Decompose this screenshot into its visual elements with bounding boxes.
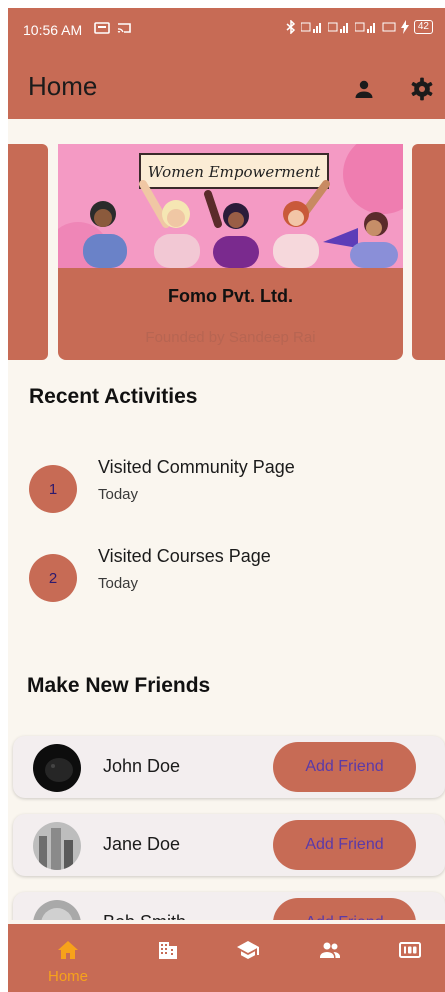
activity-title: Visited Courses Page — [98, 546, 271, 566]
activity-time: Today — [98, 575, 139, 592]
business-icon — [159, 942, 177, 959]
signal-icon — [300, 22, 321, 33]
friend-name: Jane Doe — [103, 834, 181, 854]
home-icon — [58, 941, 78, 959]
page-title: Home — [28, 71, 98, 101]
add-friend-button[interactable]: Add Friend — [273, 820, 416, 870]
app-screen: 10:56 AM 42 Home Women Empowerment Fomo … — [8, 8, 445, 992]
company-name: Fomo Pvt. Ltd. — [168, 286, 293, 306]
signal-icon — [327, 22, 348, 33]
friend-name: Bob Smith — [103, 912, 186, 920]
charging-icon — [400, 20, 409, 34]
add-friend-button[interactable]: Add Friend — [273, 898, 416, 920]
recent-activities-heading: Recent Activities — [29, 385, 198, 408]
add-friend-button[interactable]: Add Friend — [273, 742, 416, 792]
carousel-card-previous[interactable] — [8, 144, 48, 360]
friend-row: John Doe Add Friend — [13, 736, 445, 798]
nav-item-home[interactable]: Home — [28, 924, 108, 992]
status-bar: 10:56 AM 42 — [8, 8, 445, 52]
nav-item-courses[interactable] — [208, 924, 288, 992]
activity-time: Today — [98, 486, 139, 503]
signal-icon — [354, 22, 375, 33]
school-icon — [237, 941, 259, 959]
company-founder: Founded by Sandeep Rai — [145, 329, 316, 346]
battery-level: 42 — [413, 20, 433, 34]
women-empowerment-image: Women Empowerment — [58, 144, 403, 268]
nav-label-home: Home — [47, 968, 88, 985]
activity-number: 1 — [29, 465, 77, 513]
app-bar: 10:56 AM 42 Home — [8, 8, 445, 119]
friend-row: Bob Smith Add Friend — [13, 892, 445, 920]
bluetooth-icon — [286, 20, 295, 34]
activity-title: Visited Community Page — [98, 457, 295, 477]
person-icon — [355, 80, 373, 98]
nav-item-dashboard[interactable] — [370, 924, 445, 992]
avatar — [33, 822, 81, 870]
profile-button[interactable] — [347, 72, 381, 106]
status-time: 10:56 AM — [23, 22, 83, 38]
avatar — [33, 744, 81, 792]
banner-text: Women Empowerment — [148, 163, 321, 181]
activity-item[interactable]: 2 Visited Courses Page Today — [29, 546, 429, 606]
activity-number: 2 — [29, 554, 77, 602]
company-carousel[interactable]: Women Empowerment Fomo Pvt. Ltd. Founded… — [8, 144, 445, 360]
friend-name: John Doe — [103, 756, 181, 776]
carousel-card-next[interactable] — [412, 144, 445, 360]
screen-cast-icon — [117, 23, 131, 33]
nav-item-business[interactable] — [128, 924, 208, 992]
dashboard-icon — [399, 942, 421, 958]
avatar — [33, 900, 81, 920]
nav-item-community[interactable] — [290, 924, 370, 992]
notification-icon — [94, 22, 110, 34]
gear-icon — [411, 77, 433, 101]
network-speed-icon — [382, 22, 396, 32]
company-card[interactable]: Women Empowerment Fomo Pvt. Ltd. Founded… — [58, 144, 403, 360]
settings-button[interactable] — [405, 72, 439, 106]
friend-row: Jane Doe Add Friend — [13, 814, 445, 876]
friends-list[interactable]: John Doe Add Friend Jane Doe Add Friend … — [8, 728, 445, 920]
bottom-navigation: Home — [8, 924, 445, 992]
people-icon — [320, 942, 340, 958]
make-friends-heading: Make New Friends — [27, 674, 211, 697]
activity-item[interactable]: 1 Visited Community Page Today — [29, 457, 429, 517]
